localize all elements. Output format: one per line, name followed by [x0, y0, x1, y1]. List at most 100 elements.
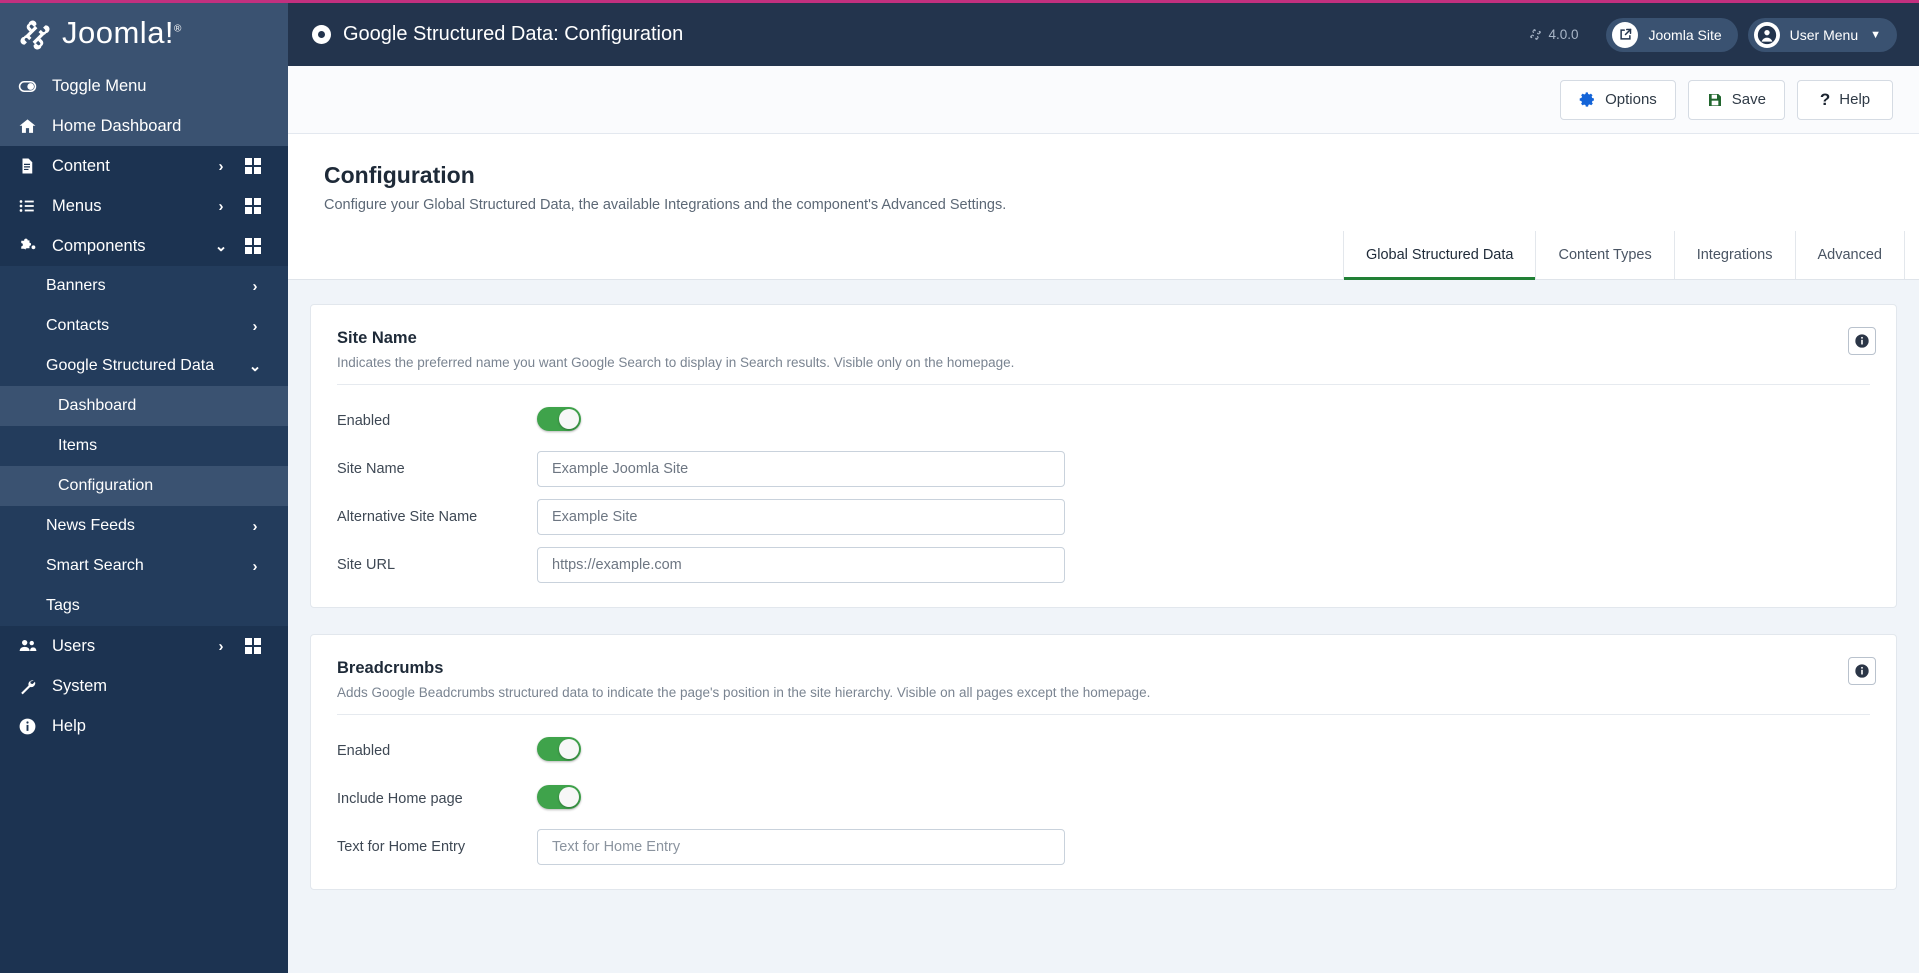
sidebar-nav: Toggle Menu Home Dashboard Content › Men…: [0, 66, 288, 973]
chevron-right-icon[interactable]: ›: [210, 638, 232, 655]
sidebar-item-label: Contacts: [46, 317, 110, 334]
chevron-right-icon[interactable]: ›: [244, 318, 266, 335]
card-subtitle: Adds Google Beadcrumbs structured data t…: [337, 685, 1151, 700]
card-header: Site Name Indicates the preferred name y…: [337, 329, 1870, 385]
users-icon: [18, 636, 44, 656]
tab-content-types[interactable]: Content Types: [1535, 231, 1675, 279]
card-title: Breadcrumbs: [337, 659, 444, 677]
sidebar-item-help[interactable]: Help: [0, 706, 288, 746]
user-menu-label: User Menu: [1789, 26, 1859, 43]
chevron-right-icon[interactable]: ›: [210, 198, 232, 215]
text-for-home-entry-input[interactable]: [537, 829, 1065, 865]
top-header: Google Structured Data: Configuration 4.…: [288, 3, 1919, 66]
home-icon: [18, 117, 44, 136]
site-name-input[interactable]: [537, 451, 1065, 487]
breadcrumbs-enabled-toggle[interactable]: [537, 736, 581, 761]
sidebar-item-content[interactable]: Content ›: [0, 146, 288, 186]
sidebar-item-label: Tags: [46, 597, 80, 614]
question-mark-icon: ?: [1819, 89, 1831, 109]
sidebar-item-google-structured-data[interactable]: Google Structured Data ⌄: [0, 346, 288, 386]
sidebar-item-label: Banners: [46, 277, 106, 294]
chevron-right-icon[interactable]: ›: [210, 158, 232, 175]
alternative-site-name-input[interactable]: [537, 499, 1065, 535]
joomla-site-button[interactable]: Joomla Site: [1606, 17, 1738, 52]
joomla-logo-icon: [18, 18, 52, 52]
breadcrumbs-info-button[interactable]: [1848, 657, 1876, 685]
sidebar-item-label: System: [52, 676, 108, 695]
chevron-right-icon[interactable]: ›: [244, 278, 266, 295]
sidebar-item-banners[interactable]: Banners ›: [0, 266, 288, 306]
user-avatar-icon: [1753, 21, 1780, 48]
sidebar-item-smart-search[interactable]: Smart Search ›: [0, 546, 288, 586]
sidebar-item-label: Toggle Menu: [52, 76, 147, 95]
save-button[interactable]: Save: [1687, 79, 1785, 120]
site-url-input[interactable]: [537, 547, 1065, 583]
grid-icon[interactable]: [240, 198, 266, 214]
options-button[interactable]: Options: [1560, 79, 1676, 120]
info-icon: [18, 717, 44, 736]
main-area: Google Structured Data: Configuration 4.…: [288, 3, 1919, 973]
toggle-menu-icon: [18, 77, 44, 96]
sidebar-item-tags[interactable]: Tags: [0, 586, 288, 626]
card-title: Site Name: [337, 329, 417, 347]
grid-icon[interactable]: [240, 238, 266, 254]
field-row-site-name: Site Name: [337, 441, 1870, 489]
include-home-page-toggle[interactable]: [537, 784, 581, 809]
field-row-breadcrumbs-enabled: Enabled: [337, 723, 1870, 771]
sidebar-item-label: News Feeds: [46, 517, 135, 534]
sidebar-item-toggle-menu[interactable]: Toggle Menu: [0, 66, 288, 106]
user-menu-button[interactable]: User Menu ▼: [1747, 17, 1897, 52]
tab-advanced[interactable]: Advanced: [1794, 231, 1905, 279]
chevron-down-icon[interactable]: ⌄: [210, 237, 232, 255]
field-label: Include Home page: [337, 791, 463, 807]
grid-icon[interactable]: [240, 158, 266, 174]
chevron-right-icon[interactable]: ›: [244, 518, 266, 535]
sidebar-item-label: Users: [52, 636, 96, 655]
sidebar-item-dashboard[interactable]: Dashboard: [0, 386, 288, 426]
field-label: Site Name: [337, 461, 405, 477]
field-label: Enabled: [337, 413, 391, 429]
sidebar-item-label: Home Dashboard: [52, 116, 182, 135]
sidebar-item-system[interactable]: System: [0, 666, 288, 706]
page-header-title: Google Structured Data: Configuration: [312, 23, 683, 46]
chevron-down-icon: ▼: [1870, 28, 1881, 41]
chevron-right-icon[interactable]: ›: [244, 558, 266, 575]
card-header: Breadcrumbs Adds Google Beadcrumbs struc…: [337, 659, 1870, 715]
sidebar-item-menus[interactable]: Menus ›: [0, 186, 288, 226]
field-label: Enabled: [337, 743, 391, 759]
brand-logo-area[interactable]: Joomla!®: [0, 3, 288, 66]
sidebar-item-label: Dashboard: [58, 397, 137, 414]
card-subtitle: Indicates the preferred name you want Go…: [337, 355, 1015, 370]
grid-icon[interactable]: [240, 638, 266, 654]
save-label: Save: [1731, 91, 1766, 108]
settings-cards: Site Name Indicates the preferred name y…: [288, 280, 1919, 956]
sidebar-item-label: Smart Search: [46, 557, 144, 574]
tab-global-structured-data[interactable]: Global Structured Data: [1342, 231, 1537, 280]
site-name-info-button[interactable]: [1848, 327, 1876, 355]
tab-integrations[interactable]: Integrations: [1673, 231, 1796, 279]
sidebar-item-label: Components: [52, 236, 146, 255]
sidebar-item-home-dashboard[interactable]: Home Dashboard: [0, 106, 288, 146]
sidebar-item-users[interactable]: Users ›: [0, 626, 288, 666]
external-link-icon: [1612, 21, 1639, 48]
card-site-name: Site Name Indicates the preferred name y…: [310, 304, 1897, 608]
sidebar-item-components[interactable]: Components ⌄: [0, 226, 288, 266]
sidebar-item-configuration[interactable]: Configuration: [0, 466, 288, 506]
enabled-toggle[interactable]: [537, 406, 581, 431]
document-icon: [18, 157, 44, 175]
chevron-down-icon[interactable]: ⌄: [244, 357, 266, 375]
page-title: Configuration: [324, 162, 475, 188]
content-scroll-area[interactable]: Configuration Configure your Global Stru…: [288, 134, 1919, 973]
sidebar-item-news-feeds[interactable]: News Feeds ›: [0, 506, 288, 546]
field-row-text-for-home-entry: Text for Home Entry: [337, 819, 1870, 867]
sidebar-item-label: Content: [52, 156, 110, 175]
help-button[interactable]: ? Help: [1797, 79, 1893, 120]
sidebar-item-items[interactable]: Items: [0, 426, 288, 466]
field-row-include-home-page: Include Home page: [337, 771, 1870, 819]
sidebar-item-label: Items: [58, 437, 98, 454]
puzzle-icon: [18, 237, 44, 256]
sidebar-item-contacts[interactable]: Contacts ›: [0, 306, 288, 346]
list-icon: [18, 197, 44, 215]
joomla-site-label: Joomla Site: [1648, 26, 1722, 43]
header-title-text: Google Structured Data: Configuration: [343, 23, 684, 45]
